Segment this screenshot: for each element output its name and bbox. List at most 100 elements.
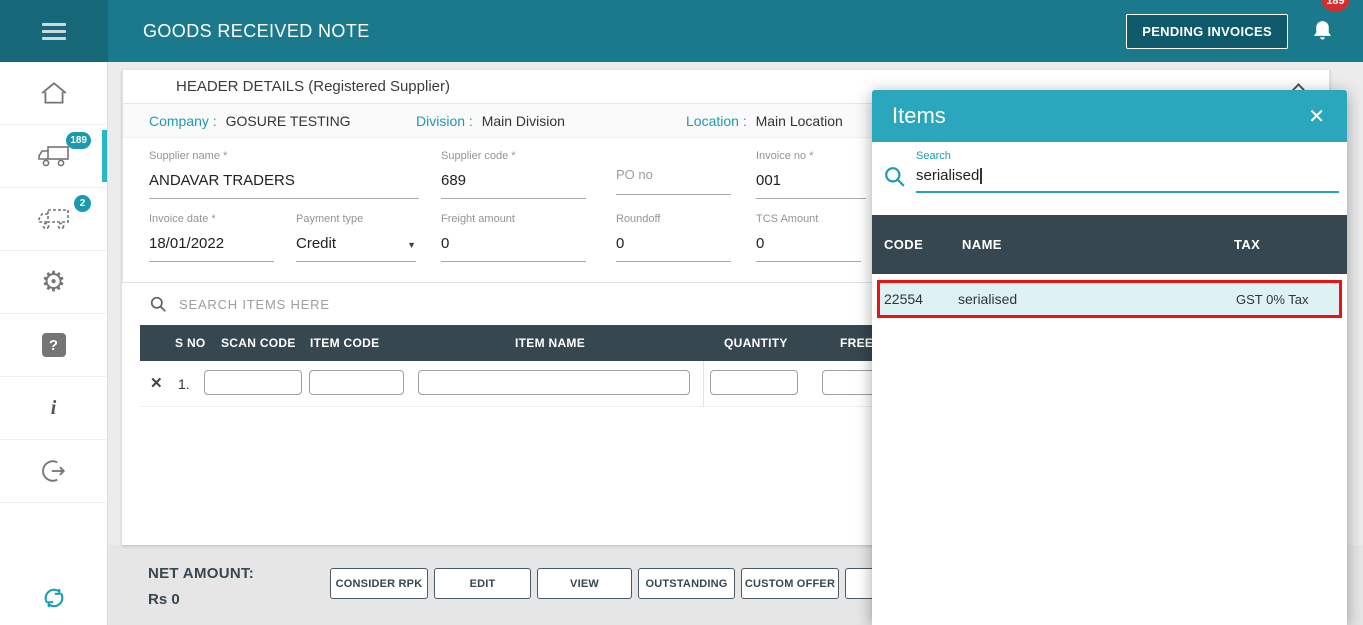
po-no-value[interactable]: [616, 185, 731, 195]
item-name-input[interactable]: [418, 370, 690, 395]
invoice-no-field[interactable]: Invoice no* 001: [756, 150, 866, 199]
consider-rpk-button[interactable]: CONSIDER RPK: [330, 568, 428, 599]
required-marker: *: [809, 150, 813, 162]
row-number: 1.: [178, 376, 190, 392]
sidebar-item-info[interactable]: i: [0, 377, 107, 440]
col-free: FREE: [840, 336, 873, 350]
sidebar-item-home[interactable]: [0, 62, 107, 125]
company-label: Company :: [149, 113, 217, 129]
items-modal: Items ✕ Search serialised CODE NAME TAX …: [872, 90, 1347, 625]
notifications-button[interactable]: 189: [1310, 12, 1335, 50]
supplier-code-value[interactable]: 689: [441, 164, 586, 199]
col-tax: TAX: [1234, 237, 1347, 252]
required-marker: *: [211, 213, 215, 225]
page-title: GOODS RECEIVED NOTE: [143, 21, 370, 42]
sidebar-item-goods-received[interactable]: 189: [0, 125, 107, 188]
view-button[interactable]: VIEW: [537, 568, 632, 599]
location-label: Location :: [686, 113, 747, 129]
item-name-cell: serialised: [958, 291, 1230, 307]
net-amount: NET AMOUNT: Rs 0: [148, 565, 254, 608]
app-root: GOODS RECEIVED NOTE PENDING INVOICES 189: [0, 0, 1363, 625]
payment-type-label: Payment type: [296, 213, 363, 225]
required-marker: *: [223, 150, 227, 162]
tcs-amount-label: TCS Amount: [756, 213, 818, 225]
item-code-cell: 22554: [884, 291, 958, 307]
freight-amount-field[interactable]: Freight amount 0: [441, 213, 586, 262]
logout-icon: [41, 458, 67, 484]
tcs-amount-field[interactable]: TCS Amount 0: [756, 213, 861, 262]
col-name: NAME: [962, 237, 1234, 252]
tcs-amount-value[interactable]: 0: [756, 227, 861, 262]
notification-badge: 189: [1322, 0, 1349, 11]
items-modal-title: Items: [892, 103, 946, 129]
search-icon: [884, 166, 906, 188]
truck-icon: [37, 143, 71, 169]
invoice-date-label: Invoice date: [149, 213, 208, 225]
roundoff-value[interactable]: 0: [616, 227, 731, 262]
modal-search-row: serialised: [884, 166, 1339, 193]
truck-outline-icon: [37, 206, 71, 232]
invoice-no-label: Invoice no: [756, 150, 806, 162]
po-no-field[interactable]: PO no: [616, 150, 731, 199]
supplier-name-label: Supplier name: [149, 150, 220, 162]
bell-icon: [1310, 18, 1335, 45]
invoice-no-value[interactable]: 001: [756, 164, 866, 199]
payment-type-value[interactable]: Credit: [296, 235, 336, 252]
freight-amount-label: Freight amount: [441, 213, 515, 225]
modal-search-label: Search: [916, 150, 1347, 162]
invoice-date-value[interactable]: 18/01/2022: [149, 227, 274, 262]
col-code: CODE: [884, 237, 962, 252]
sidebar-item-sync[interactable]: [0, 583, 107, 613]
sidebar-item-help[interactable]: ?: [0, 314, 107, 377]
grn-count-badge: 189: [66, 132, 91, 149]
item-code-input[interactable]: [309, 370, 404, 395]
sidebar-item-deliveries[interactable]: 2: [0, 188, 107, 251]
modal-items-table: CODE NAME TAX 22554 serialised GST 0% Ta…: [872, 215, 1347, 318]
supplier-code-field[interactable]: Supplier code* 689: [441, 150, 586, 199]
outstanding-button[interactable]: OUTSTANDING: [638, 568, 735, 599]
pending-invoices-button[interactable]: PENDING INVOICES: [1126, 14, 1288, 49]
division-value: Main Division: [482, 113, 565, 129]
edit-button[interactable]: EDIT: [434, 568, 531, 599]
footer-buttons: CONSIDER RPK EDIT VIEW OUTSTANDING CUSTO…: [330, 568, 905, 599]
roundoff-field[interactable]: Roundoff 0: [616, 213, 731, 262]
location-value: Main Location: [756, 113, 843, 129]
close-icon[interactable]: ✕: [1308, 104, 1325, 129]
required-marker: *: [511, 150, 515, 162]
roundoff-label: Roundoff: [616, 213, 660, 225]
custom-offer-button[interactable]: CUSTOM OFFER: [741, 568, 839, 599]
col-quantity: QUANTITY: [724, 336, 788, 350]
items-modal-header: Items ✕: [872, 90, 1347, 142]
dropdown-arrow-icon[interactable]: ▼: [407, 240, 416, 250]
supplier-name-field[interactable]: Supplier name* ANDAVAR TRADERS: [149, 150, 419, 199]
col-item-name: ITEM NAME: [515, 336, 585, 350]
text-caret: [980, 168, 982, 184]
item-tax-cell: GST 0% Tax: [1230, 292, 1339, 307]
freight-amount-value[interactable]: 0: [441, 227, 586, 262]
net-amount-value: Rs 0: [148, 591, 254, 608]
hamburger-icon: [42, 19, 66, 44]
modal-table-header: CODE NAME TAX: [872, 215, 1347, 274]
modal-search-input[interactable]: serialised: [916, 167, 1339, 193]
supplier-name-value[interactable]: ANDAVAR TRADERS: [149, 164, 419, 199]
remove-row-icon[interactable]: ✕: [150, 374, 163, 392]
quantity-input[interactable]: [710, 370, 798, 395]
net-amount-label: NET AMOUNT:: [148, 565, 254, 582]
menu-button[interactable]: [0, 0, 108, 62]
sidebar-item-settings[interactable]: ⚙: [0, 251, 107, 314]
scan-code-input[interactable]: [204, 370, 302, 395]
modal-item-row-selected[interactable]: 22554 serialised GST 0% Tax: [877, 280, 1342, 318]
help-icon: ?: [42, 333, 66, 357]
company-value: GOSURE TESTING: [226, 113, 351, 129]
header-details-title: HEADER DETAILS (Registered Supplier): [176, 78, 450, 95]
info-icon: i: [51, 397, 57, 420]
sync-icon: [40, 583, 68, 613]
gear-icon: ⚙: [41, 268, 66, 296]
sidebar-item-logout[interactable]: [0, 440, 107, 503]
col-scan-code: SCAN CODE: [221, 336, 296, 350]
payment-type-field[interactable]: Payment type ▼ Credit: [296, 213, 416, 262]
search-icon: [150, 296, 167, 313]
supplier-code-label: Supplier code: [441, 150, 508, 162]
division-label: Division :: [416, 113, 473, 129]
invoice-date-field[interactable]: Invoice date* 18/01/2022: [149, 213, 274, 262]
